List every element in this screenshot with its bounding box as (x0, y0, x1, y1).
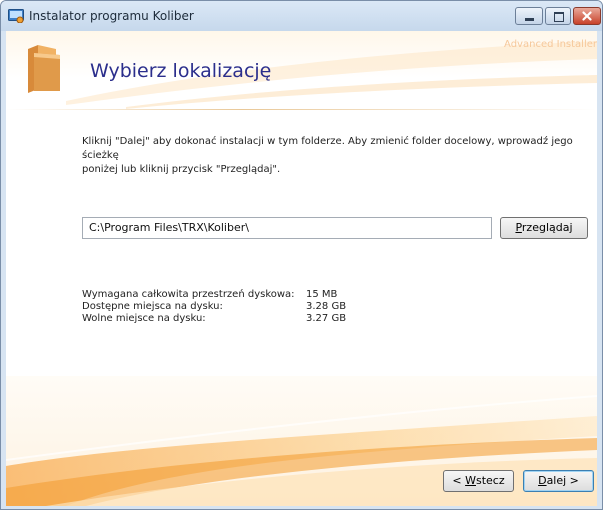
maximize-button[interactable] (545, 7, 571, 25)
back-button[interactable]: < Wstecz (443, 470, 514, 492)
install-path-input[interactable]: C:\Program Files\TRX\Koliber\ (82, 217, 492, 239)
instruction-text: Kliknij "Dalej" aby dokonać instalacji w… (82, 135, 587, 177)
disk-space-value: 3.28 GB (306, 301, 347, 312)
disk-space-info: Wymagana całkowita przestrzeń dyskowa: 15… (82, 289, 346, 325)
disk-space-row: Wymagana całkowita przestrzeń dyskowa: 15… (82, 289, 346, 301)
folder-icon (28, 45, 60, 93)
disk-space-row: Wolne miejsce na dysku: 3.27 GB (82, 313, 346, 325)
disk-space-row: Dostępne miejsca na dysku: 3.28 GB (82, 301, 346, 313)
next-button[interactable]: Dalej > (523, 470, 594, 492)
instruction-line-2: poniżej lub kliknij przycisk "Przeglądaj… (82, 164, 281, 175)
installer-window: Instalator programu Koliber Wybierz loka… (0, 0, 603, 510)
title-bar[interactable]: Instalator programu Koliber (1, 1, 602, 31)
disk-space-label: Wolne miejsce na dysku: (82, 313, 206, 324)
page-title: Wybierz lokalizację (90, 60, 272, 82)
disk-space-label: Dostępne miejsca na dysku: (82, 301, 223, 312)
disk-space-value: 15 MB (306, 289, 338, 300)
close-icon (582, 11, 592, 21)
close-button[interactable] (573, 7, 601, 25)
browse-label: rzeglądaj (521, 221, 573, 234)
minimize-button[interactable] (515, 7, 543, 25)
dialog-content: Wybierz lokalizację Advanced Installer K… (6, 31, 597, 506)
next-label: alej > (546, 474, 579, 487)
window-title: Instalator programu Koliber (29, 9, 194, 23)
next-accel: D (538, 474, 547, 487)
brand-watermark: Advanced Installer (504, 39, 597, 50)
back-prefix: < (452, 474, 466, 487)
installer-app-icon (8, 9, 24, 23)
back-label: stecz (475, 474, 505, 487)
instruction-line-1: Kliknij "Dalej" aby dokonać instalacji w… (82, 136, 573, 161)
browse-button[interactable]: Przeglądaj (500, 217, 588, 239)
header-divider (6, 109, 597, 110)
back-accel: W (465, 474, 476, 487)
disk-space-label: Wymagana całkowita przestrzeń dyskowa: (82, 289, 295, 300)
disk-space-value: 3.27 GB (306, 313, 347, 324)
